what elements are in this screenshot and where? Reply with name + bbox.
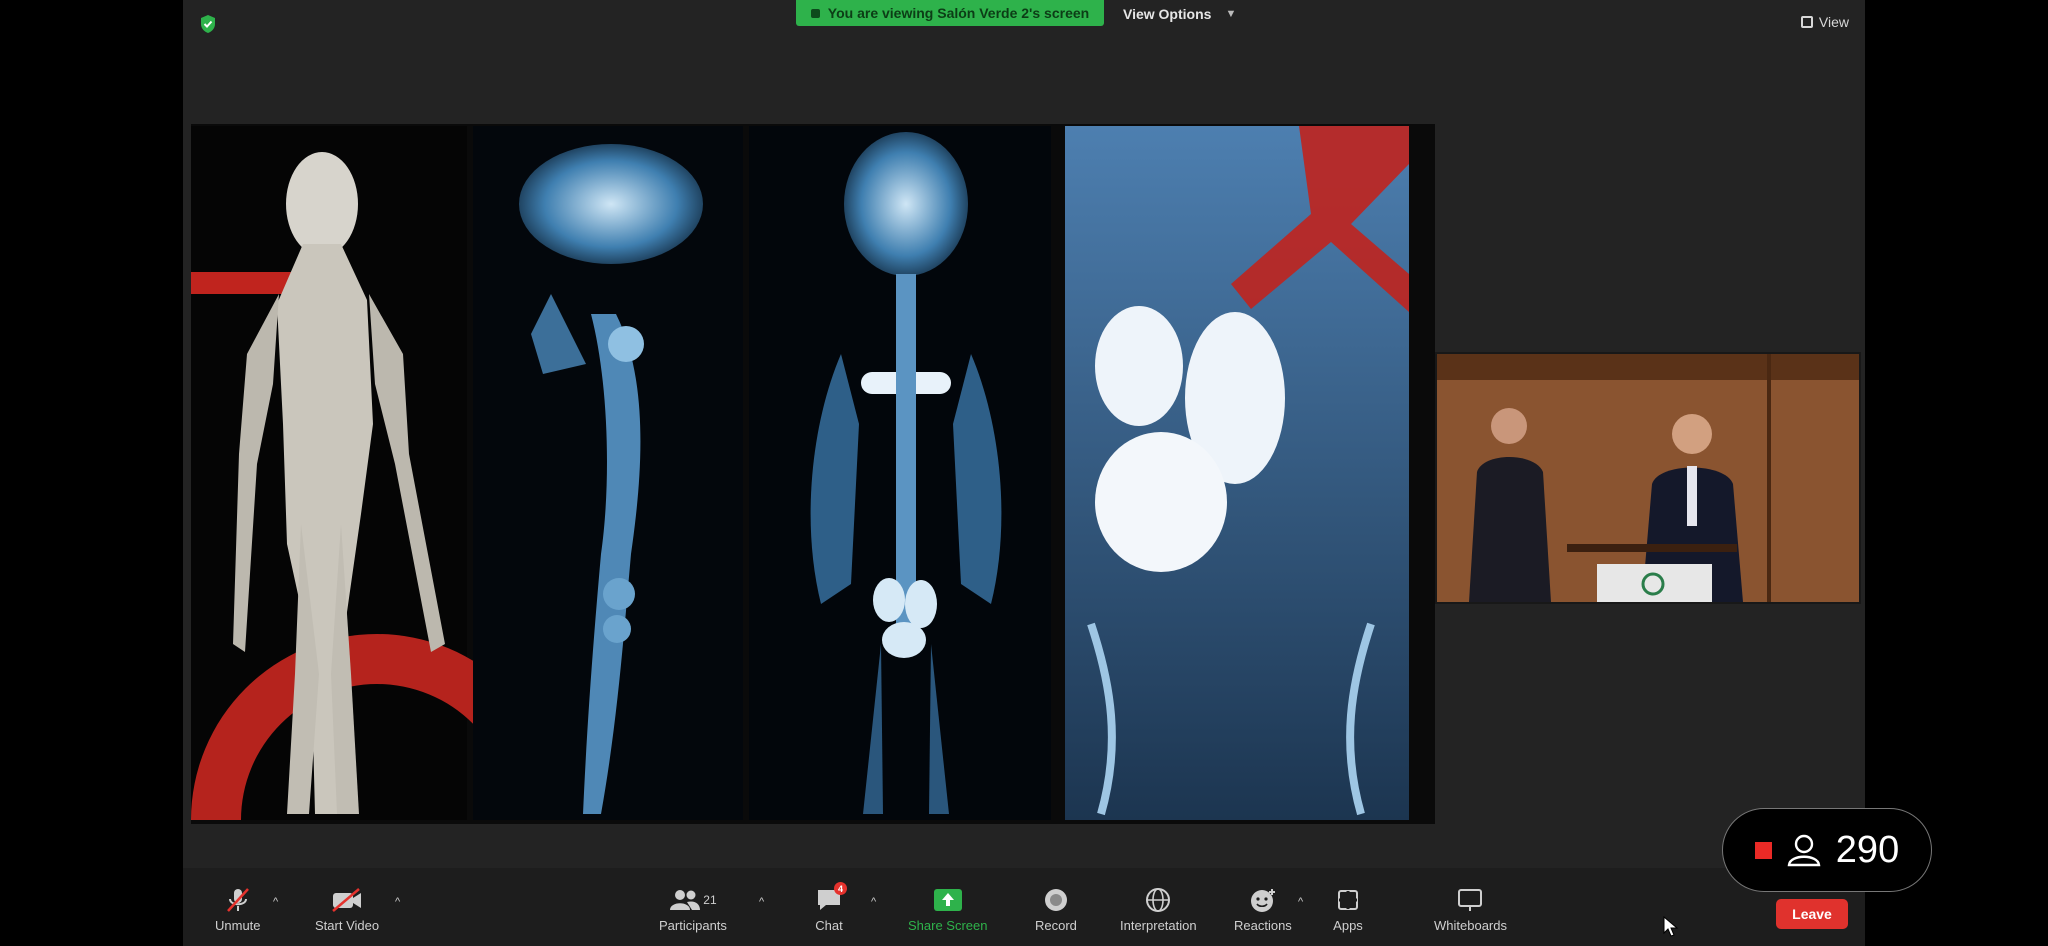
share-screen-icon: [933, 889, 962, 911]
view-button[interactable]: View: [1800, 14, 1849, 30]
interpretation-button[interactable]: Interpretation: [1120, 886, 1197, 933]
globe-icon: [1146, 888, 1171, 912]
viewer-count: 290: [1835, 828, 1900, 871]
chat-label: Chat: [815, 918, 843, 933]
speaker-video-feed: [1437, 354, 1859, 602]
zoom-meeting-window: You are viewing Salón Verde 2's screen V…: [183, 0, 1865, 946]
reactions-button[interactable]: Reactions: [1234, 886, 1292, 933]
participants-label: Participants: [659, 918, 727, 933]
record-icon: [1044, 889, 1067, 911]
whiteboards-button[interactable]: Whiteboards: [1434, 886, 1507, 933]
share-screen-label: Share Screen: [908, 918, 988, 933]
record-button[interactable]: Record: [1035, 886, 1077, 933]
interpretation-label: Interpretation: [1120, 918, 1197, 933]
chat-unread-badge: 4: [834, 882, 847, 895]
record-label: Record: [1035, 918, 1077, 933]
xray-side-panel: [473, 126, 743, 820]
video-camera-off-icon: [332, 888, 362, 912]
meeting-toolbar: Unmute ^ Start Video ^ 21 Participants ^…: [183, 868, 1865, 946]
screen-share-banner: You are viewing Salón Verde 2's screen: [796, 0, 1104, 26]
reactions-options-caret-icon[interactable]: ^: [1298, 896, 1303, 908]
start-video-label: Start Video: [315, 918, 380, 933]
view-label: View: [1818, 14, 1849, 30]
reactions-smiley-icon: [1250, 889, 1275, 912]
apps-button[interactable]: Apps: [1332, 886, 1364, 933]
encryption-shield-icon[interactable]: [199, 14, 217, 34]
microphone-muted-icon: [226, 888, 249, 912]
shared-screen-content: [191, 124, 1435, 824]
unmute-label: Unmute: [215, 918, 261, 933]
shared-slide-image: [191, 124, 1435, 824]
chat-button[interactable]: 4 Chat: [813, 882, 847, 933]
share-banner-text: You are viewing Salón Verde 2's screen: [827, 5, 1090, 21]
mouse-cursor-icon: [1663, 916, 1679, 937]
speaker-video-tile[interactable]: [1435, 352, 1861, 604]
viewer-person-icon: [1787, 834, 1821, 867]
live-viewer-count-badge: 290: [1722, 808, 1932, 892]
apps-icon: [1338, 890, 1358, 910]
whiteboards-label: Whiteboards: [1434, 918, 1507, 933]
xray-abdomen-panel: [1065, 126, 1409, 820]
unmute-button[interactable]: Unmute: [215, 886, 261, 933]
share-indicator-icon: [810, 8, 820, 18]
participants-icon: [670, 890, 701, 910]
xray-front-panel: [749, 126, 1051, 820]
view-options-label: View Options: [1123, 6, 1212, 22]
share-screen-button[interactable]: Share Screen: [908, 886, 988, 933]
video-options-caret-icon[interactable]: ^: [395, 896, 400, 908]
view-options-dropdown[interactable]: View Options ▼: [1123, 4, 1236, 24]
audio-options-caret-icon[interactable]: ^: [273, 896, 278, 908]
reactions-label: Reactions: [1234, 918, 1292, 933]
live-indicator-icon: [1754, 841, 1772, 859]
whiteboard-icon: [1458, 889, 1483, 911]
participants-button[interactable]: 21 Participants: [659, 886, 727, 933]
participants-options-caret-icon[interactable]: ^: [759, 896, 764, 908]
apps-label: Apps: [1333, 918, 1363, 933]
chat-options-caret-icon[interactable]: ^: [871, 896, 876, 908]
leave-button[interactable]: Leave: [1776, 899, 1848, 929]
start-video-button[interactable]: Start Video: [315, 886, 379, 933]
view-layout-icon: [1800, 16, 1813, 28]
chevron-down-icon: ▼: [1225, 8, 1237, 20]
participants-count: 21: [703, 893, 717, 907]
